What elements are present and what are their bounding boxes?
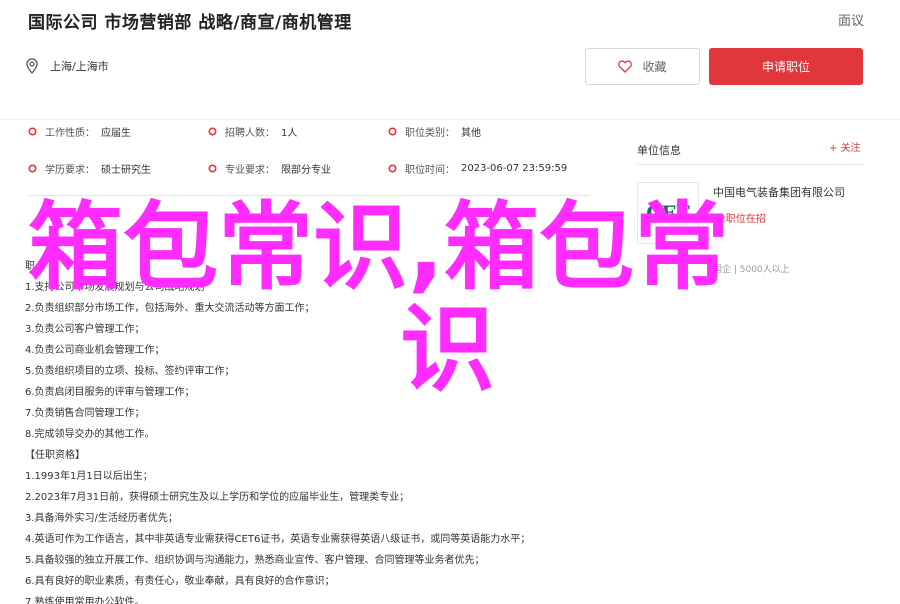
desc-line: 4.负责公司商业机会管理工作；	[25, 345, 165, 356]
bullet-icon	[28, 164, 37, 173]
bullet-icon	[28, 127, 37, 136]
attr-deadline: 职位时间： 2023-06-07 23:59:59	[388, 161, 567, 176]
desc-line: 5.负责组织项目的立项、投标、签约评审工作；	[25, 366, 235, 377]
desc-line: 1.支持公司市场发展规划与公司战略规划	[25, 282, 205, 293]
job-description: 职 1.支持公司市场发展规划与公司战略规划 2.负责组织部分市场工作，包括海外、…	[25, 256, 605, 604]
follow-button[interactable]: + 关注	[829, 139, 861, 154]
apply-label: 申请职位	[761, 60, 810, 74]
unit-info-heading: 单位信息	[637, 144, 681, 157]
desc-line: 1.1993年1月1日以后出生；	[25, 471, 153, 482]
desc-line: 2.负责组织部分市场工作，包括海外、重大交流活动等方面工作；	[25, 303, 315, 314]
desc-section-heading: 【任职资格】	[25, 450, 85, 461]
bullet-icon	[208, 164, 217, 173]
desc-line: 2.2023年7月31日前，获得硕士研究生及以上学历和学位的应届毕业生，管理类专…	[25, 492, 410, 503]
desc-line: 7.熟练使用常用办公软件。	[25, 597, 145, 604]
desc-line: 6.负责启闭目服务的评审与管理工作；	[25, 387, 195, 398]
desc-line: 8.完成领导交办的其他工作。	[25, 429, 155, 440]
apply-button[interactable]: 申请职位	[709, 48, 863, 85]
favorite-label: 收藏	[642, 60, 667, 74]
attr-education: 学历要求： 硕士研究生	[28, 161, 151, 176]
location-text: 上海/上海市	[50, 60, 109, 73]
attr-headcount: 招聘人数： 1人	[208, 124, 297, 139]
company-openings[interactable]: 62职位在招	[713, 210, 766, 225]
salary-label: 面议	[837, 14, 864, 29]
desc-line: 7.负责销售合同管理工作；	[25, 408, 145, 419]
attr-category: 职位类别： 其他	[388, 124, 481, 139]
desc-line: 3.具备海外实习/生活经历者优先；	[25, 513, 178, 524]
company-name[interactable]: 中国电气装备集团有限公司	[713, 184, 845, 200]
desc-line: 5.具备较强的独立开展工作、组织协调与沟通能力，熟悉商业宣传、客户管理、合同管理…	[25, 555, 485, 566]
desc-line: 4.英语可作为工作语言，其中非英语专业需获得CET6证书，英语专业需获得英语八级…	[25, 534, 531, 545]
attr-work-type: 工作性质： 应届生	[28, 124, 131, 139]
job-header: 国际公司 市场营销部 战略/商宣/商机管理 面议 上海/上海市 收藏 申请职位	[0, 0, 900, 120]
favorite-button[interactable]: 收藏	[585, 48, 700, 85]
bullet-icon	[208, 127, 217, 136]
attr-major: 专业要求： 限部分专业	[208, 161, 331, 176]
desc-line: 3.负责公司客户管理工作；	[25, 324, 145, 335]
bullet-icon	[388, 127, 397, 136]
desc-line: 职	[25, 261, 35, 272]
job-title: 国际公司 市场营销部 战略/商宣/商机管理	[28, 13, 352, 33]
location-pin-icon	[26, 58, 38, 74]
company-logo-text: CEE	[646, 201, 690, 225]
section-divider	[28, 195, 590, 196]
company-logo[interactable]: CEE	[637, 182, 699, 244]
location: 上海/上海市	[26, 58, 109, 74]
company-tags: 国企 | 5000人以上	[713, 265, 790, 275]
bullet-icon	[388, 164, 397, 173]
desc-line: 6.具有良好的职业素质，有责任心，敬业奉献，具有良好的合作意识；	[25, 576, 335, 587]
sidebar-divider	[637, 164, 863, 165]
heart-icon	[618, 60, 633, 73]
